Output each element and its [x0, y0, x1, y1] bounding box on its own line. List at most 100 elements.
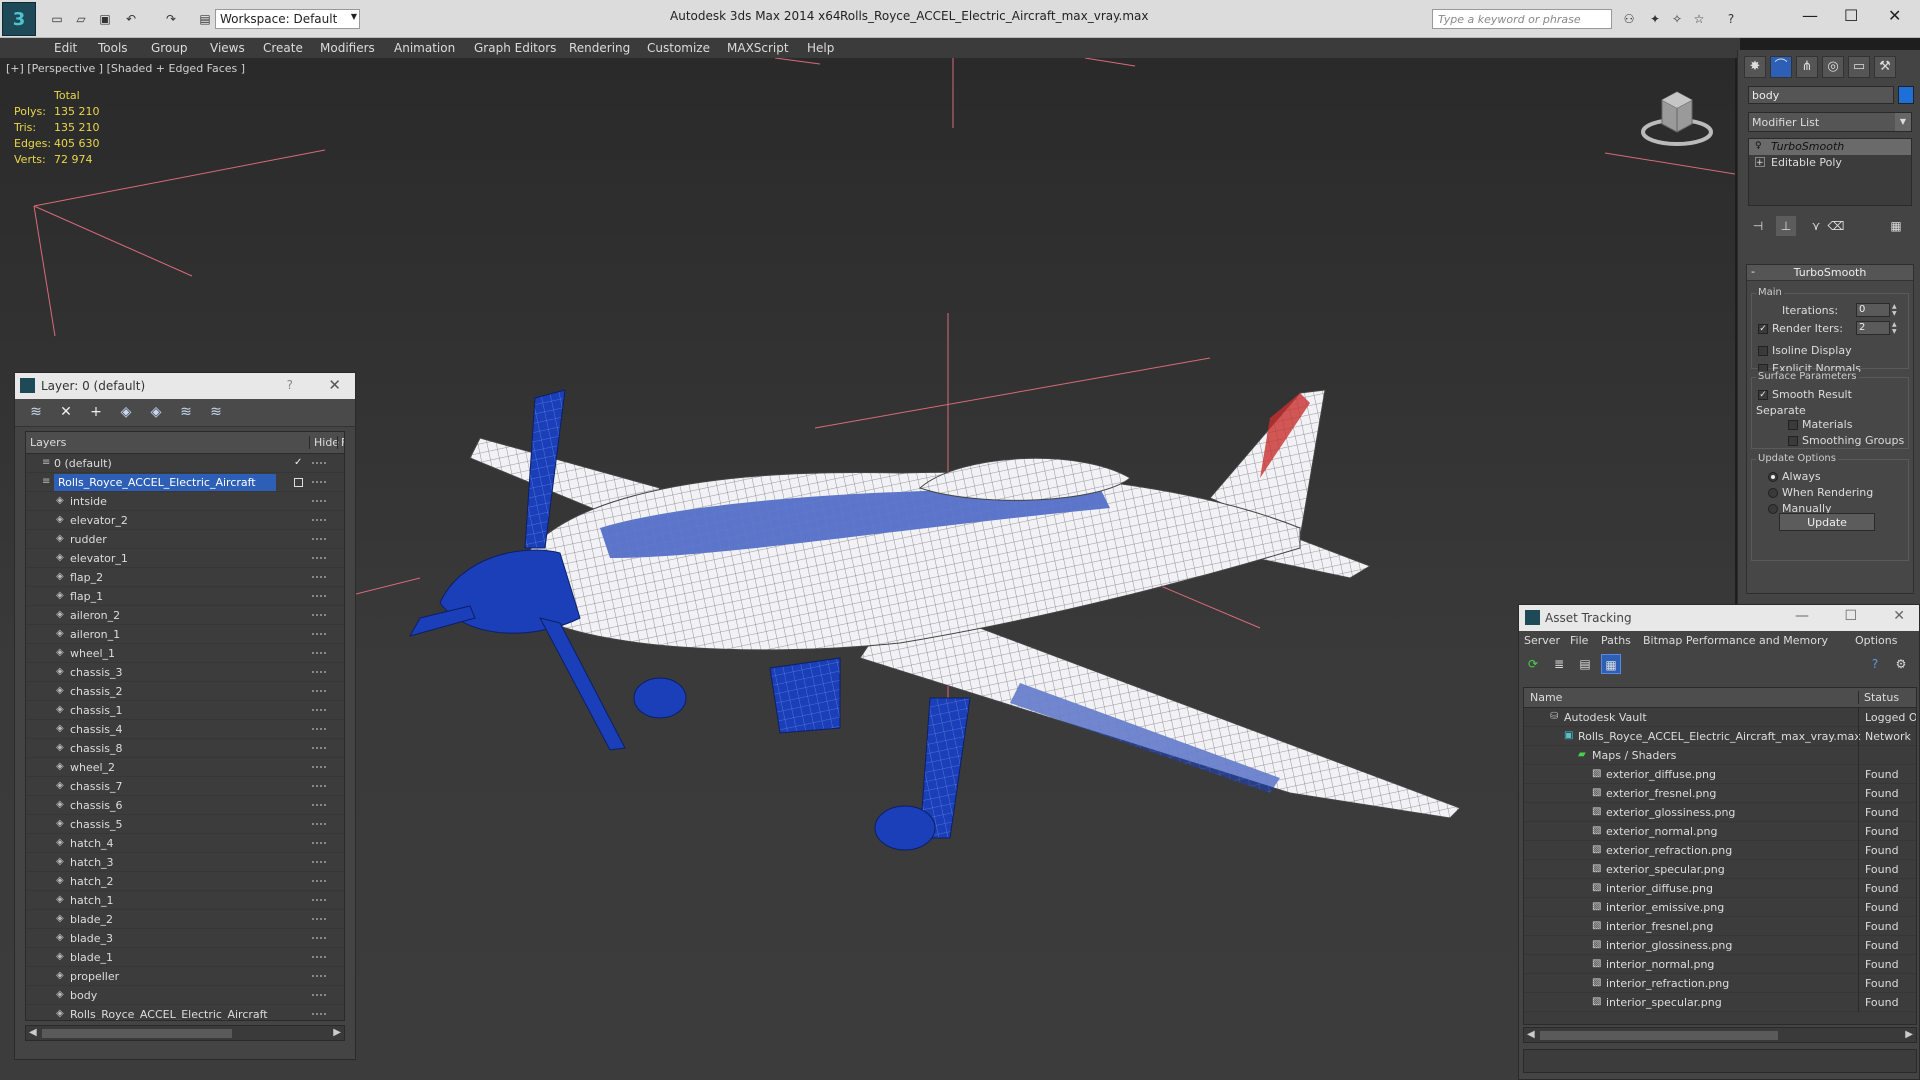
layer-row[interactable]: ◈ chassis_5: [26, 815, 344, 834]
layer-row[interactable]: ◈ elevator_1: [26, 549, 344, 568]
hide-toggle[interactable]: [312, 975, 326, 977]
delete-layer-icon[interactable]: ✕: [57, 404, 75, 422]
render-iters-spinner[interactable]: 2: [1856, 321, 1890, 335]
asset-row[interactable]: ▧ exterior_specular.png Found: [1524, 860, 1916, 879]
project-folder-icon[interactable]: ▤: [196, 11, 214, 27]
menu-edit[interactable]: Edit: [54, 41, 77, 55]
scroll-left-icon[interactable]: ◀: [1527, 1029, 1535, 1040]
menu-help[interactable]: Help: [807, 41, 834, 55]
layer-row[interactable]: ◈ hatch_3: [26, 853, 344, 872]
spinner-arrows-icon[interactable]: ▲ ▼: [1892, 321, 1900, 335]
hide-toggle[interactable]: [312, 994, 326, 996]
layer-row[interactable]: ◈ chassis_1: [26, 701, 344, 720]
open-folder-icon[interactable]: ▱: [72, 11, 90, 27]
hide-toggle[interactable]: [312, 1013, 326, 1015]
stack-item-editable-poly[interactable]: + Editable Poly: [1749, 155, 1911, 171]
manually-radio[interactable]: [1768, 504, 1778, 514]
hide-toggle[interactable]: [312, 785, 326, 787]
favorites-star-icon[interactable]: ☆: [1690, 11, 1708, 27]
layer-row[interactable]: ◈ chassis_3: [26, 663, 344, 682]
column-hide[interactable]: Hide: [309, 436, 339, 449]
asset-list[interactable]: Name Status ⛁ Autodesk Vault Logged Out ▣ Ro…: [1523, 687, 1917, 1025]
hide-toggle[interactable]: [312, 937, 326, 939]
layer-window-titlebar[interactable]: Layer: 0 (default) ? ✕: [15, 373, 355, 399]
layer-row[interactable]: ◈ chassis_8: [26, 739, 344, 758]
layer-row[interactable]: ◈ chassis_4: [26, 720, 344, 739]
layer-row[interactable]: ≡ Rolls_Royce_ACCEL_Electric_Aircraft: [26, 473, 344, 492]
scroll-left-icon[interactable]: ◀: [29, 1027, 37, 1038]
hide-toggle[interactable]: [312, 671, 326, 673]
layer-list[interactable]: Layers Hide F ≡0 (default)✓≡Rolls_Royce_…: [25, 431, 345, 1021]
layer-row[interactable]: ◈ aileron_1: [26, 625, 344, 644]
asset-row[interactable]: ▧ interior_emissive.png Found: [1524, 898, 1916, 917]
layer-row[interactable]: ◈ chassis_6: [26, 796, 344, 815]
collapse-icon[interactable]: -: [1751, 265, 1755, 278]
isoline-checkbox[interactable]: [1758, 346, 1768, 356]
asset-row[interactable]: ⛁ Autodesk Vault Logged Out: [1524, 708, 1916, 727]
expand-plus-icon[interactable]: +: [1755, 157, 1765, 168]
select-objects-icon[interactable]: ◈: [117, 404, 135, 422]
hide-toggle[interactable]: [312, 690, 326, 692]
materials-checkbox[interactable]: [1788, 420, 1798, 430]
modifier-stack[interactable]: ♀ TurboSmooth + Editable Poly: [1748, 138, 1912, 206]
menu-server[interactable]: Server: [1524, 634, 1560, 647]
hide-toggle[interactable]: [312, 880, 326, 882]
minimize-icon[interactable]: —: [1795, 608, 1809, 624]
asset-row[interactable]: ▧ exterior_diffuse.png Found: [1524, 765, 1916, 784]
workspace-dropdown[interactable]: Workspace: Default ▼: [215, 9, 360, 29]
when-rendering-radio[interactable]: [1768, 488, 1778, 498]
menu-views[interactable]: Views: [210, 41, 245, 55]
column-name[interactable]: Name: [1530, 691, 1562, 704]
list-view-icon[interactable]: ≣: [1549, 654, 1569, 674]
hide-toggle[interactable]: [312, 728, 326, 730]
hide-toggle[interactable]: [312, 899, 326, 901]
lightbulb-icon[interactable]: ♀: [1755, 141, 1765, 151]
menu-options[interactable]: Options: [1855, 634, 1897, 647]
modifier-list-dropdown[interactable]: Modifier List ▼: [1748, 112, 1912, 132]
always-radio[interactable]: [1768, 472, 1778, 482]
layer-explorer-window[interactable]: Layer: 0 (default) ? ✕ ≋ ✕ + ◈ ◈ ≋ ≋ Lay…: [14, 372, 356, 1060]
motion-tab-icon[interactable]: ◎: [1822, 56, 1844, 78]
maximize-icon[interactable]: ☐: [1844, 6, 1858, 25]
spinner-arrows-icon[interactable]: ▲ ▼: [1892, 303, 1900, 317]
scroll-thumb[interactable]: [42, 1029, 232, 1038]
hide-toggle[interactable]: [312, 481, 326, 483]
table-view-icon[interactable]: ▦: [1601, 654, 1621, 674]
maximize-icon[interactable]: ☐: [1844, 608, 1857, 624]
object-name-field[interactable]: body: [1748, 86, 1894, 104]
help-icon[interactable]: ?: [1865, 654, 1885, 674]
asset-row[interactable]: ▧ interior_glossiness.png Found: [1524, 936, 1916, 955]
layer-row[interactable]: ◈ blade_3: [26, 929, 344, 948]
hide-toggle[interactable]: [312, 747, 326, 749]
utilities-tab-icon[interactable]: ⚒: [1874, 56, 1896, 78]
layer-row[interactable]: ◈ blade_1: [26, 948, 344, 967]
layer-row[interactable]: ◈ hatch_2: [26, 872, 344, 891]
refresh-icon[interactable]: ⟳: [1523, 654, 1543, 674]
asset-row[interactable]: ▧ exterior_refraction.png Found: [1524, 841, 1916, 860]
thumbnail-view-icon[interactable]: ▤: [1575, 654, 1595, 674]
update-button[interactable]: Update: [1779, 513, 1875, 531]
subscription-icon[interactable]: ✦: [1646, 11, 1664, 27]
hide-toggle[interactable]: [312, 652, 326, 654]
asset-row[interactable]: ▧ interior_diffuse.png Found: [1524, 879, 1916, 898]
asset-window-titlebar[interactable]: Asset Tracking — ☐ ✕: [1519, 605, 1919, 631]
create-layer-icon[interactable]: ≋: [27, 404, 45, 422]
layer-horizontal-scrollbar[interactable]: ◀ ▶: [25, 1025, 345, 1041]
asset-row[interactable]: ▰ Maps / Shaders: [1524, 746, 1916, 765]
asset-row[interactable]: ▧ exterior_fresnel.png Found: [1524, 784, 1916, 803]
asset-row[interactable]: ▣ Rolls_Royce_ACCEL_Electric_Aircraft_max…: [1524, 727, 1916, 746]
hide-toggle[interactable]: [312, 842, 326, 844]
column-layers[interactable]: Layers: [30, 436, 66, 449]
layer-row[interactable]: ◈ rudder: [26, 530, 344, 549]
close-icon[interactable]: ✕: [1888, 6, 1901, 25]
hide-toggle[interactable]: [312, 462, 326, 464]
render-iters-checkbox[interactable]: ✓: [1758, 324, 1768, 334]
close-icon[interactable]: ✕: [328, 376, 341, 394]
layer-row[interactable]: ◈ flap_1: [26, 587, 344, 606]
hide-toggle[interactable]: [312, 709, 326, 711]
layer-row[interactable]: ≡ 0 (default) ✓: [26, 454, 344, 473]
asset-horizontal-scrollbar[interactable]: ◀ ▶: [1523, 1027, 1917, 1043]
column-freeze[interactable]: F: [337, 436, 344, 449]
asset-row[interactable]: ▧ interior_normal.png Found: [1524, 955, 1916, 974]
make-unique-icon[interactable]: ⋎: [1806, 216, 1826, 236]
